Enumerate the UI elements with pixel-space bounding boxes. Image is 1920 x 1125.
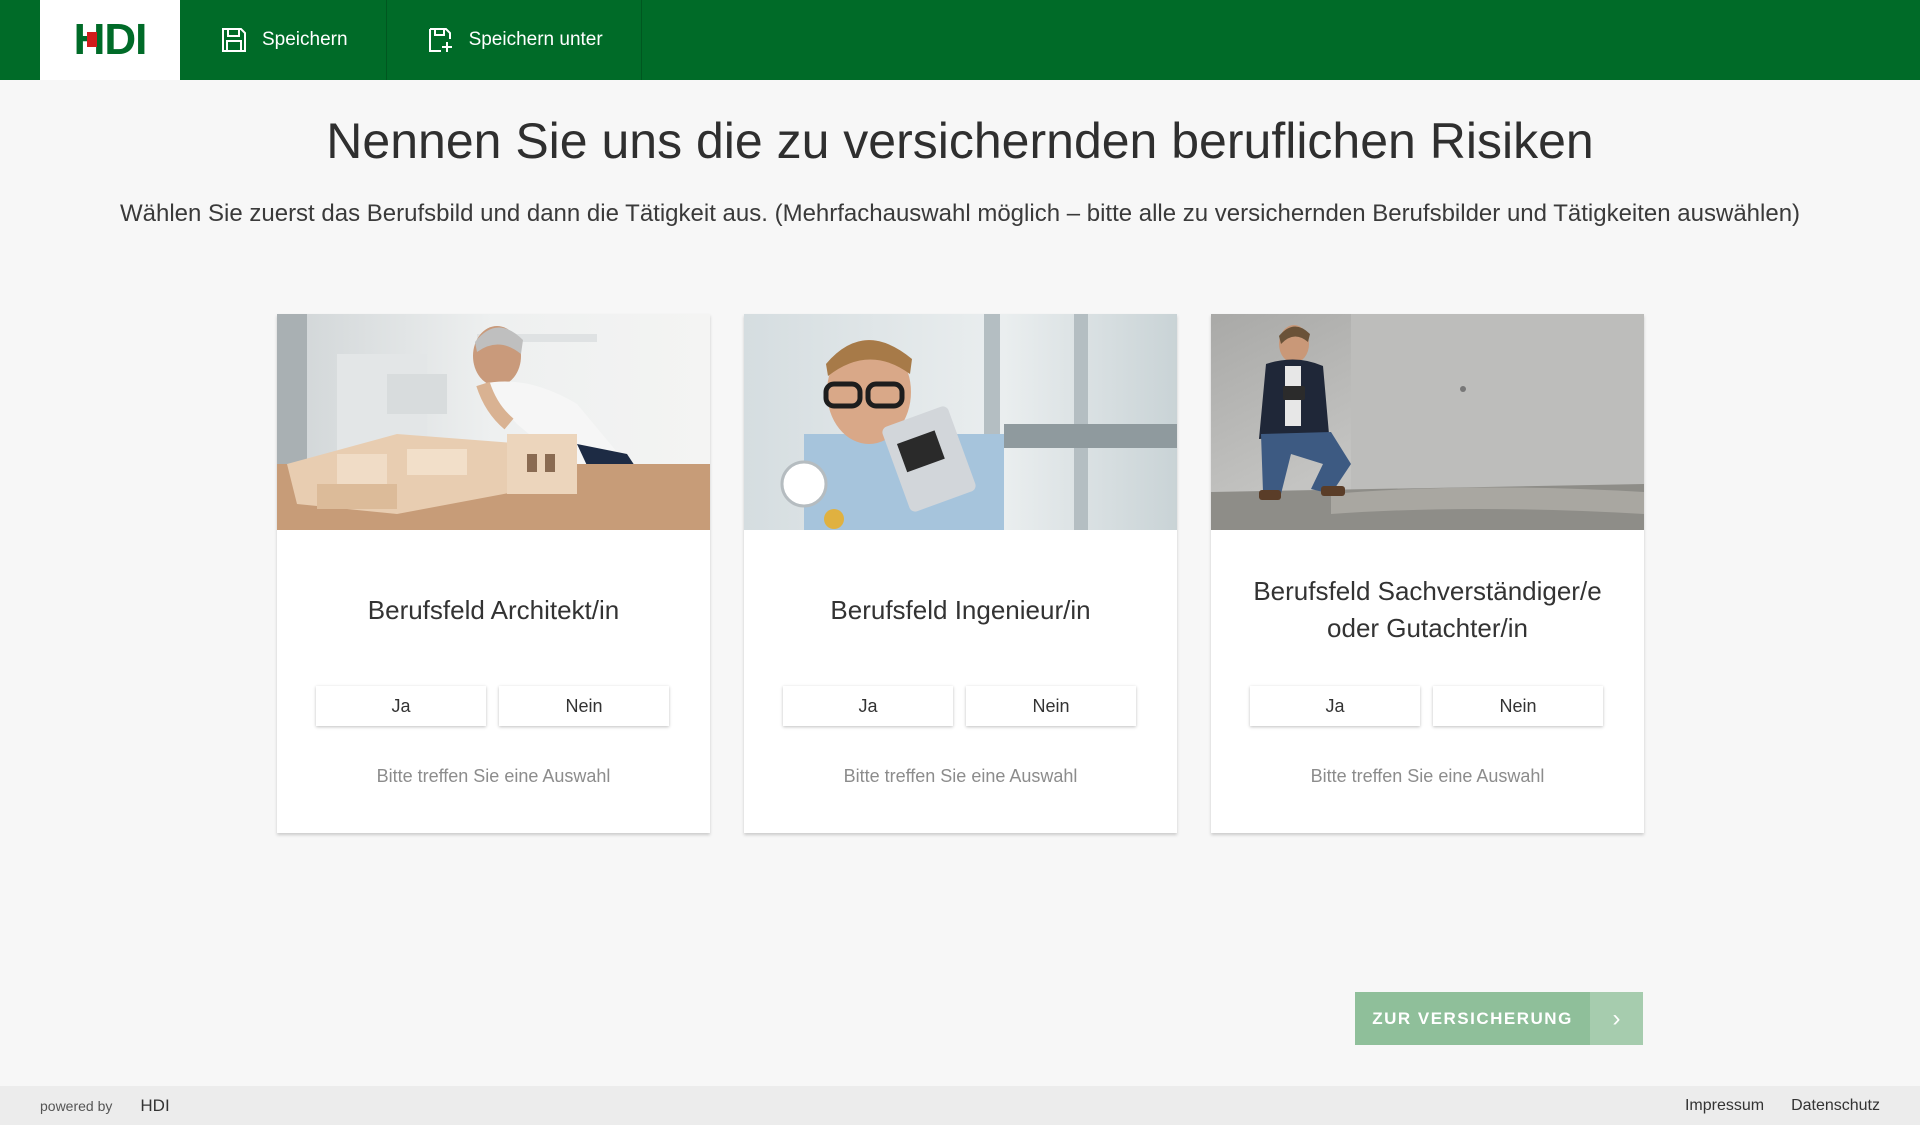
engineer-photo <box>744 314 1177 530</box>
footer-links: Impressum Datenschutz <box>1685 1097 1880 1115</box>
no-button[interactable]: Nein <box>1433 686 1603 726</box>
save-as-button[interactable]: Speichern unter <box>387 0 642 80</box>
save-button[interactable]: Speichern <box>180 0 387 80</box>
logo-text: HDI <box>73 15 148 64</box>
page-title: Nennen Sie uns die zu versichernden beru… <box>326 113 1594 169</box>
yes-button[interactable]: Ja <box>1250 686 1420 726</box>
to-insurance-button[interactable]: ZUR VERSICHERUNG › <box>1355 992 1643 1045</box>
save-as-label: Speichern unter <box>468 29 603 50</box>
yes-button[interactable]: Ja <box>316 686 486 726</box>
datenschutz-link[interactable]: Datenschutz <box>1791 1097 1880 1115</box>
card-title: Berufsfeld Architekt/in <box>367 594 620 625</box>
choice-row: Ja Nein <box>783 686 1136 726</box>
save-label: Speichern <box>262 29 348 50</box>
chevron-right-icon: › <box>1590 992 1643 1045</box>
logo-red-accent <box>86 32 97 47</box>
selection-hint: Bitte treffen Sie eine Auswahl <box>843 766 1078 786</box>
selection-hint: Bitte treffen Sie eine Auswahl <box>376 766 611 786</box>
expert-photo <box>1211 314 1644 530</box>
powered-by-brand: HDI <box>140 1095 170 1115</box>
architect-photo <box>277 314 710 530</box>
card-ingenieur: Berufsfeld Ingenieur/in Ja Nein Bitte tr… <box>744 314 1177 833</box>
powered-by-text: powered by <box>40 1097 113 1114</box>
card-title: Berufsfeld Sachverständiger/e oder Gutac… <box>1253 576 1602 643</box>
card-architekt: Berufsfeld Architekt/in Ja Nein Bitte tr… <box>277 314 710 833</box>
hdi-logo[interactable]: HDI <box>40 0 180 80</box>
selection-hint: Bitte treffen Sie eine Auswahl <box>1310 766 1545 786</box>
yes-button[interactable]: Ja <box>783 686 953 726</box>
profession-cards: Berufsfeld Architekt/in Ja Nein Bitte tr… <box>277 314 1644 833</box>
impressum-link[interactable]: Impressum <box>1685 1097 1764 1115</box>
choice-row: Ja Nein <box>1250 686 1603 726</box>
to-insurance-label: ZUR VERSICHERUNG <box>1355 992 1590 1045</box>
footer: powered by HDI Impressum Datenschutz <box>0 1086 1920 1125</box>
top-bar: HDI Speichern Speichern unter <box>0 0 1920 80</box>
no-button[interactable]: Nein <box>966 686 1136 726</box>
choice-row: Ja Nein <box>316 686 669 726</box>
card-title: Berufsfeld Ingenieur/in <box>830 594 1091 625</box>
card-sachverstaendiger: Berufsfeld Sachverständiger/e oder Gutac… <box>1211 314 1644 833</box>
floppy-disk-plus-icon <box>427 26 455 54</box>
floppy-disk-icon <box>220 26 248 54</box>
page-subtitle: Wählen Sie zuerst das Berufsbild und dan… <box>119 200 1801 227</box>
no-button[interactable]: Nein <box>499 686 669 726</box>
